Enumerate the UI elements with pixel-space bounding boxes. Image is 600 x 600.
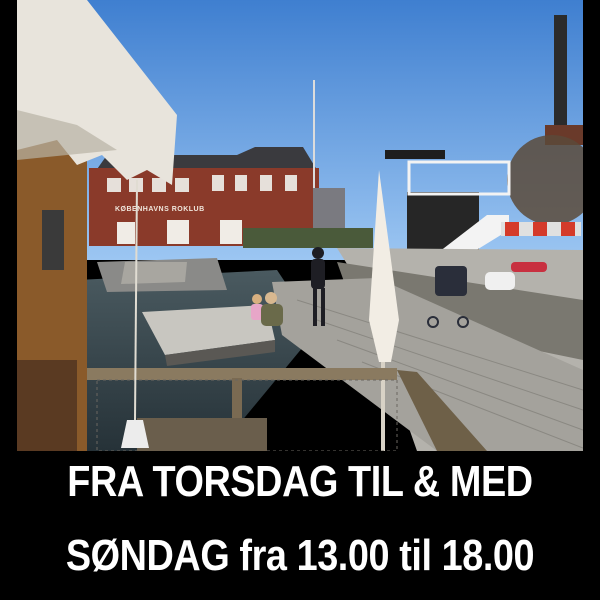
caption-line-1: FRA TORSDAG TIL & MED	[67, 457, 533, 506]
caption-line-2: SØNDAG fra 13.00 til 18.00	[65, 531, 535, 580]
hedge	[243, 228, 373, 248]
chimney	[554, 15, 567, 130]
bag-on-quay	[485, 272, 515, 290]
foreground-deck	[137, 418, 267, 451]
building-sign: KØBENHAVNS ROKLUB	[115, 206, 205, 213]
boat-cabin-window	[42, 210, 64, 270]
harbour-photo: KØBENHAVNS ROKLUB	[17, 0, 583, 451]
lamp-head	[385, 150, 445, 159]
red-item-on-quay	[511, 262, 547, 272]
ramp-steps	[121, 262, 187, 284]
left-cabinet	[17, 360, 77, 451]
poster: KØBENHAVNS ROKLUB FRA TORSDAG TIL & MED …	[0, 0, 600, 600]
